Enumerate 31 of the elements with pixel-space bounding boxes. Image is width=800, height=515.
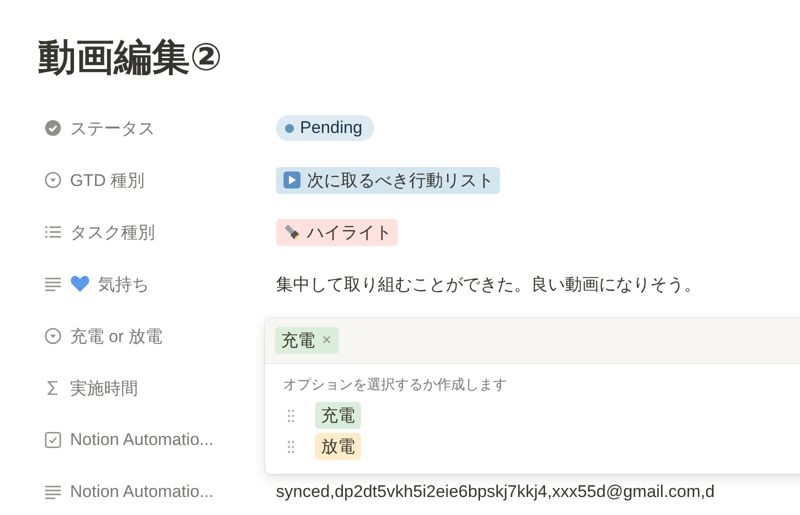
checkbox-icon: [44, 431, 62, 449]
drag-handle-icon[interactable]: [287, 408, 295, 422]
flashlight-icon: [282, 223, 302, 241]
option-tag[interactable]: 次に取るべき行動リスト: [276, 166, 500, 194]
dropdown-circle-icon: [44, 327, 62, 345]
property-value[interactable]: 集中して取り組むことができた。良い動画になりそう。: [276, 272, 701, 296]
text-lines-icon: [44, 483, 62, 501]
page-title: 動画編集②: [37, 36, 224, 81]
check-circle-icon: [44, 119, 62, 137]
heart-icon: [70, 275, 90, 293]
remove-button[interactable]: ×: [320, 332, 334, 350]
status-text: Pending: [300, 118, 362, 138]
text-lines-icon: [44, 275, 62, 293]
property-label[interactable]: タスク種別: [44, 220, 276, 244]
property-label[interactable]: GTD 種別: [44, 168, 276, 192]
play-icon: [282, 171, 302, 189]
option-tag[interactable]: ハイライト: [276, 218, 398, 246]
option-tag[interactable]: 放電: [315, 433, 361, 460]
option-tag[interactable]: 充電: [315, 402, 361, 429]
property-label[interactable]: 気持ち: [44, 272, 276, 296]
status-tag[interactable]: Pending: [276, 115, 374, 141]
property-label[interactable]: ステータス: [44, 116, 276, 140]
tag-text: 充電: [281, 330, 315, 352]
property-label[interactable]: 実施時間: [44, 376, 276, 400]
dropdown-circle-icon: [44, 171, 62, 189]
selected-options-field[interactable]: 充電 ×: [265, 318, 800, 364]
property-label[interactable]: Notion Automatio...: [44, 430, 276, 450]
drag-handle-icon[interactable]: [287, 440, 295, 454]
dropdown-hint: オプションを選択するか作成します: [282, 375, 508, 394]
property-label[interactable]: Notion Automatio...: [44, 482, 276, 502]
property-value[interactable]: synced,dp2dt5vkh5i2eie6bpskj7kkj4,xxx55d@gmail.com,d: [276, 482, 715, 502]
